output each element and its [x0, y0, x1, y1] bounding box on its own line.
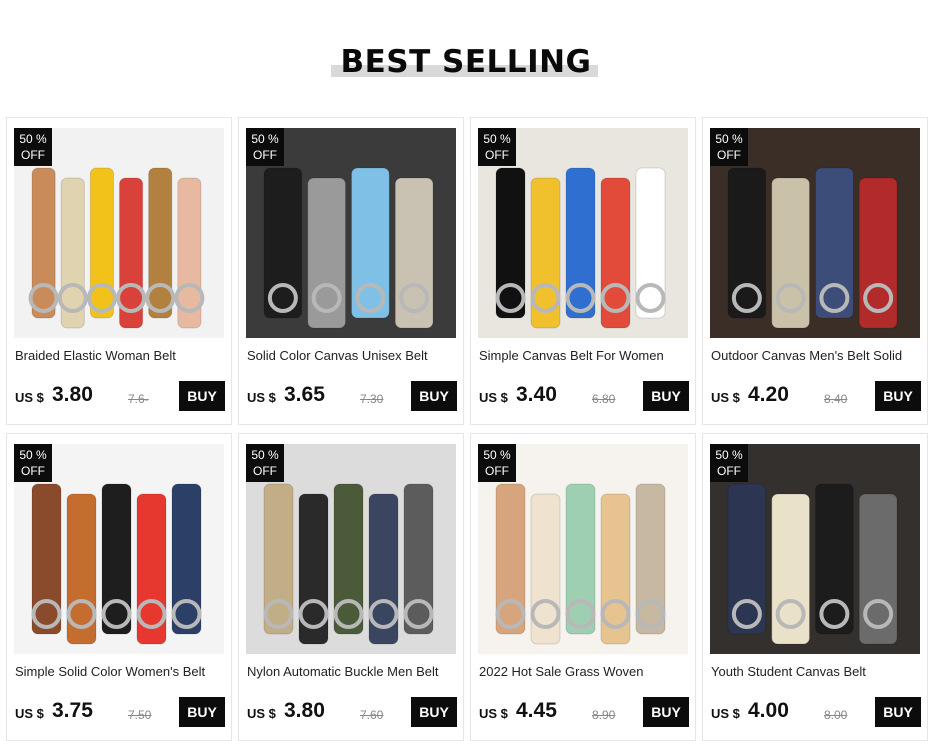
price-row: US $ 3.40 6.80 BUY	[479, 381, 689, 413]
product-image[interactable]: 50 % OFF	[710, 128, 920, 338]
price-row: US $ 3.80 7.6- BUY	[15, 381, 225, 413]
buy-button[interactable]: BUY	[411, 697, 457, 727]
discount-off-label: OFF	[717, 148, 741, 162]
product-card[interactable]: 50 % OFF Simple Canvas Belt For Women US…	[470, 117, 696, 425]
product-card[interactable]: 50 % OFF Solid Color Canvas Unisex Belt …	[238, 117, 464, 425]
product-image[interactable]: 50 % OFF	[14, 128, 224, 338]
sale-price: 4.00	[748, 699, 789, 722]
buy-button[interactable]: BUY	[643, 381, 689, 411]
product-card[interactable]: 50 % OFF Outdoor Canvas Men's Belt Solid…	[702, 117, 928, 425]
sale-price: 4.20	[748, 383, 789, 406]
currency-label: US $	[711, 706, 740, 721]
product-name[interactable]: Braided Elastic Woman Belt	[15, 348, 225, 363]
discount-off-label: OFF	[485, 148, 509, 162]
product-image[interactable]: 50 % OFF	[246, 444, 456, 654]
currency-label: US $	[479, 706, 508, 721]
discount-badge: 50 % OFF	[710, 128, 748, 166]
discount-percent: 50 %	[251, 448, 279, 462]
product-card[interactable]: 50 % OFF Nylon Automatic Buckle Men Belt…	[238, 433, 464, 741]
buy-button[interactable]: BUY	[179, 381, 225, 411]
original-price: 7.30	[360, 392, 384, 406]
currency-label: US $	[247, 390, 276, 405]
product-image[interactable]: 50 % OFF	[246, 128, 456, 338]
sale-price: 3.40	[516, 383, 557, 406]
product-image[interactable]: 50 % OFF	[710, 444, 920, 654]
sale-price: 3.80	[52, 383, 93, 406]
buy-button[interactable]: BUY	[875, 697, 921, 727]
discount-off-label: OFF	[21, 148, 45, 162]
sale-price: 4.45	[516, 699, 557, 722]
currency-label: US $	[479, 390, 508, 405]
product-card[interactable]: 50 % OFF Youth Student Canvas Belt US $ …	[702, 433, 928, 741]
original-price: 8.90	[592, 708, 616, 722]
discount-percent: 50 %	[19, 132, 47, 146]
discount-percent: 50 %	[251, 132, 279, 146]
price-row: US $ 3.65 7.30 BUY	[247, 381, 457, 413]
discount-off-label: OFF	[253, 148, 277, 162]
discount-badge: 50 % OFF	[710, 444, 748, 482]
product-name[interactable]: Outdoor Canvas Men's Belt Solid	[711, 348, 921, 363]
currency-label: US $	[711, 390, 740, 405]
original-price: 8.40	[824, 392, 848, 406]
price-row: US $ 3.80 7.60 BUY	[247, 697, 457, 729]
section-title: BEST SELLING	[340, 44, 592, 80]
discount-percent: 50 %	[483, 132, 511, 146]
discount-badge: 50 % OFF	[14, 444, 52, 482]
price-row: US $ 4.20 8.40 BUY	[711, 381, 921, 413]
original-price: 6.80	[592, 392, 616, 406]
product-card[interactable]: 50 % OFF Simple Solid Color Women's Belt…	[6, 433, 232, 741]
currency-label: US $	[15, 706, 44, 721]
product-card[interactable]: 50 % OFF Braided Elastic Woman Belt US $…	[6, 117, 232, 425]
discount-badge: 50 % OFF	[246, 128, 284, 166]
sale-price: 3.65	[284, 383, 325, 406]
product-image[interactable]: 50 % OFF	[478, 128, 688, 338]
price-row: US $ 4.00 8.00 BUY	[711, 697, 921, 729]
product-name[interactable]: Simple Solid Color Women's Belt	[15, 664, 225, 679]
discount-off-label: OFF	[485, 464, 509, 478]
buy-button[interactable]: BUY	[179, 697, 225, 727]
discount-off-label: OFF	[717, 464, 741, 478]
original-price: 7.50	[128, 708, 152, 722]
sale-price: 3.75	[52, 699, 93, 722]
discount-badge: 50 % OFF	[14, 128, 52, 166]
product-grid: 50 % OFF Braided Elastic Woman Belt US $…	[6, 117, 928, 741]
product-image[interactable]: 50 % OFF	[478, 444, 688, 654]
section-header: BEST SELLING	[0, 44, 932, 84]
discount-percent: 50 %	[715, 448, 743, 462]
discount-off-label: OFF	[253, 464, 277, 478]
buy-button[interactable]: BUY	[411, 381, 457, 411]
original-price: 8.00	[824, 708, 848, 722]
product-name[interactable]: Youth Student Canvas Belt	[711, 664, 921, 679]
discount-badge: 50 % OFF	[478, 444, 516, 482]
product-card[interactable]: 50 % OFF 2022 Hot Sale Grass Woven US $ …	[470, 433, 696, 741]
product-image[interactable]: 50 % OFF	[14, 444, 224, 654]
sale-price: 3.80	[284, 699, 325, 722]
product-name[interactable]: 2022 Hot Sale Grass Woven	[479, 664, 689, 679]
currency-label: US $	[247, 706, 276, 721]
discount-percent: 50 %	[483, 448, 511, 462]
discount-badge: 50 % OFF	[478, 128, 516, 166]
product-name[interactable]: Solid Color Canvas Unisex Belt	[247, 348, 457, 363]
product-name[interactable]: Simple Canvas Belt For Women	[479, 348, 689, 363]
buy-button[interactable]: BUY	[875, 381, 921, 411]
discount-off-label: OFF	[21, 464, 45, 478]
discount-percent: 50 %	[19, 448, 47, 462]
price-row: US $ 3.75 7.50 BUY	[15, 697, 225, 729]
currency-label: US $	[15, 390, 44, 405]
discount-badge: 50 % OFF	[246, 444, 284, 482]
price-row: US $ 4.45 8.90 BUY	[479, 697, 689, 729]
original-price: 7.60	[360, 708, 384, 722]
discount-percent: 50 %	[715, 132, 743, 146]
original-price: 7.6-	[128, 392, 149, 406]
buy-button[interactable]: BUY	[643, 697, 689, 727]
product-name[interactable]: Nylon Automatic Buckle Men Belt	[247, 664, 457, 679]
